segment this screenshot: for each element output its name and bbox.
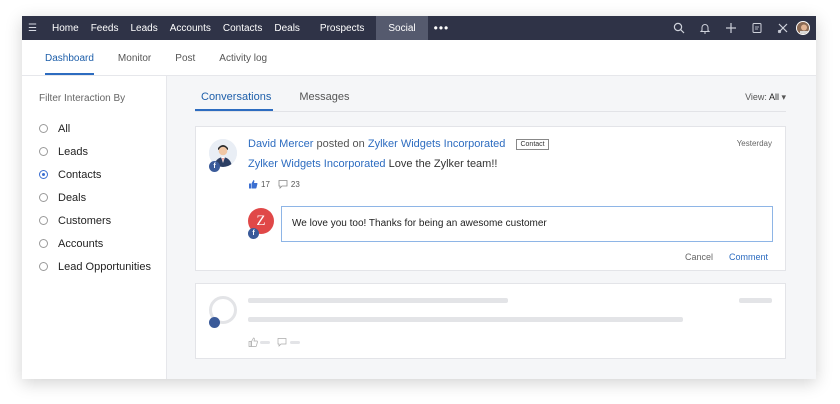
facebook-icon: f [209,161,220,172]
filter-title: Filter Interaction By [39,93,126,104]
comment-count: 23 [290,179,300,189]
content-area: Filter Interaction By All Leads Contacts… [22,76,816,379]
top-nav-actions [666,16,816,40]
user-avatar[interactable] [796,21,810,35]
page-name-link[interactable]: Zylker Widgets Incorporated [368,138,506,150]
radio-button[interactable] [39,216,48,225]
radio-button[interactable] [39,147,48,156]
contact-tag-badge: Contact [516,139,549,150]
skeleton-line [248,298,508,303]
author-name-link[interactable]: David Mercer [248,138,313,150]
filter-option-lead-opportunities[interactable]: Lead Opportunities [39,255,166,278]
comment-button[interactable]: Comment [729,252,768,262]
conversation-tabs: Conversations Messages View: All ▾ [195,76,786,112]
nav-item-accounts[interactable]: Accounts [164,16,217,40]
tab-messages[interactable]: Messages [299,91,349,111]
filter-option-label: Contacts [58,168,102,181]
skeleton-line [290,341,300,344]
plus-icon[interactable] [718,16,744,40]
filter-option-label: Leads [58,145,88,158]
hamburger-menu-icon[interactable]: ☰ [28,23,42,34]
filter-sidebar: Filter Interaction By All Leads Contacts… [22,76,167,379]
like-icon[interactable] [248,179,258,189]
filter-option-label: Accounts [58,237,104,250]
reply-input[interactable]: We love you too! Thanks for being an awe… [281,206,773,242]
view-label: View: [745,92,767,102]
calendar-icon[interactable] [744,16,770,40]
tools-icon[interactable] [770,16,796,40]
radio-button[interactable] [39,239,48,248]
post-text: Love the Zylker team!! [388,158,498,170]
filter-option-accounts[interactable]: Accounts [39,232,166,255]
tab-post[interactable]: Post [175,53,195,75]
radio-button[interactable] [39,124,48,133]
filter-option-customers[interactable]: Customers [39,209,166,232]
comment-icon [277,338,287,347]
skeleton-line [739,298,772,303]
post-header: David Mercer posted on Zylker Widgets In… [248,138,549,150]
post-stats: 17 23 [248,179,308,189]
tab-dashboard[interactable]: Dashboard [45,53,94,75]
posted-on-text: posted on [316,138,365,150]
more-menu-icon[interactable]: ••• [434,21,450,35]
skeleton-badge [209,317,220,328]
filter-option-deals[interactable]: Deals [39,186,166,209]
bell-icon[interactable] [692,16,718,40]
filter-option-label: Lead Opportunities [58,260,151,273]
view-value: All [768,92,779,102]
search-icon[interactable] [666,16,692,40]
post-body: Zylker Widgets Incorporated Love the Zyl… [248,158,497,170]
filter-option-label: Deals [58,191,87,204]
skeleton-line [248,317,683,322]
filter-option-label: All [58,122,71,135]
comment-icon[interactable] [278,179,288,189]
tab-monitor[interactable]: Monitor [118,53,151,75]
post-timestamp: Yesterday [736,139,772,148]
top-nav: ☰ Home Feeds Leads Accounts Contacts Dea… [22,16,816,40]
filter-option-all[interactable]: All [39,117,166,140]
facebook-icon: f [248,228,259,239]
app-window: ☰ Home Feeds Leads Accounts Contacts Dea… [22,16,816,379]
nav-item-feeds[interactable]: Feeds [85,16,125,40]
tab-activity-log[interactable]: Activity log [219,53,267,75]
skeleton-line [260,341,270,344]
cancel-button[interactable]: Cancel [685,252,713,262]
nav-item-social[interactable]: Social [376,16,428,40]
loading-post-card [195,283,786,359]
radio-button[interactable] [39,193,48,202]
radio-button-selected[interactable] [39,170,48,179]
like-count: 17 [261,179,270,189]
radio-button[interactable] [39,262,48,271]
filter-option-contacts[interactable]: Contacts [39,163,166,186]
chevron-down-icon: ▾ [781,92,786,102]
nav-item-home[interactable]: Home [46,16,85,40]
nav-item-deals[interactable]: Deals [268,16,306,40]
nav-item-contacts[interactable]: Contacts [217,16,268,40]
post-card: f David Mercer posted on Zylker Widgets … [195,126,786,271]
filter-option-label: Customers [58,214,112,227]
view-filter-dropdown[interactable]: View: All ▾ [745,92,786,103]
nav-item-prospects[interactable]: Prospects [314,16,370,40]
nav-item-leads[interactable]: Leads [124,16,163,40]
sub-nav: Dashboard Monitor Post Activity log [22,40,816,76]
like-icon [248,337,258,347]
main-panel: Conversations Messages View: All ▾ f Dav… [167,76,816,379]
mention-link[interactable]: Zylker Widgets Incorporated [248,158,386,170]
tab-conversations[interactable]: Conversations [195,91,274,111]
filter-option-leads[interactable]: Leads [39,140,166,163]
reply-actions: Cancel Comment [685,252,768,262]
